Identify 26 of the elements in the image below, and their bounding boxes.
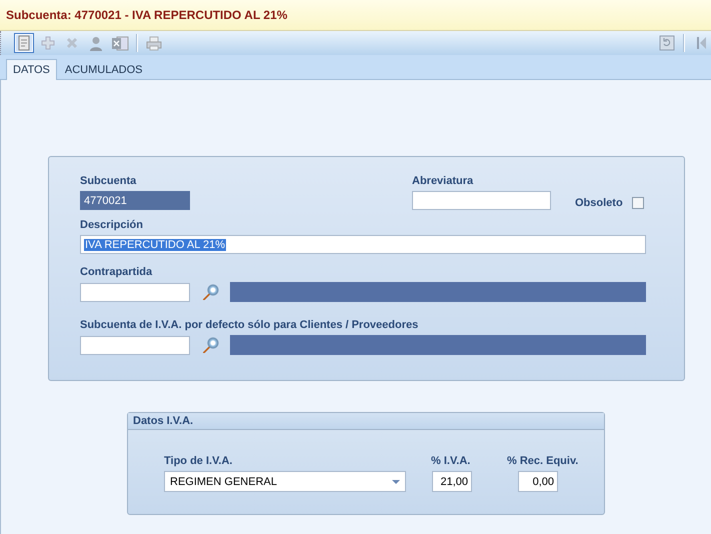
field-label: % I.V.A.: [431, 454, 470, 468]
panel-title: Datos I.V.A.: [133, 415, 194, 427]
field-value: IVA REPERCUTIDO AL 21%: [84, 238, 226, 250]
checkbox-label: Obsoleto: [575, 196, 623, 210]
input-field[interactable]: 21,00: [432, 471, 472, 492]
dropdown-arrow-icon[interactable]: [392, 480, 400, 484]
input-field[interactable]: 4770021: [80, 191, 190, 210]
refresh-icon[interactable]: [657, 33, 677, 53]
tab[interactable]: ACUMULADOS: [58, 60, 149, 79]
tab[interactable]: DATOS: [6, 59, 57, 80]
field-label: Abreviatura: [412, 174, 474, 188]
document-icon[interactable]: [14, 33, 34, 53]
checkbox[interactable]: [632, 197, 644, 209]
input-field[interactable]: IVA REPERCUTIDO AL 21%: [80, 235, 646, 254]
field-label: Subcuenta: [80, 174, 138, 188]
field-label: Tipo de I.V.A.: [164, 454, 234, 468]
input-field[interactable]: 0,00: [518, 471, 558, 492]
window-title: Subcuenta: 4770021 - IVA REPERCUTIDO AL 21%: [6, 8, 288, 22]
field-label: Subcuenta de I.V.A. por defecto sólo para Clientes / Proveedores: [80, 318, 420, 332]
field-label: % Rec. Equiv.: [507, 454, 578, 468]
input-field[interactable]: [412, 191, 551, 210]
input-field[interactable]: [80, 282, 190, 302]
field-label: Contrapartida: [80, 265, 154, 279]
field-label: Descripción: [80, 218, 144, 232]
input-field[interactable]: [80, 336, 190, 354]
dropdown[interactable]: REGIMEN GENERAL: [164, 471, 406, 492]
